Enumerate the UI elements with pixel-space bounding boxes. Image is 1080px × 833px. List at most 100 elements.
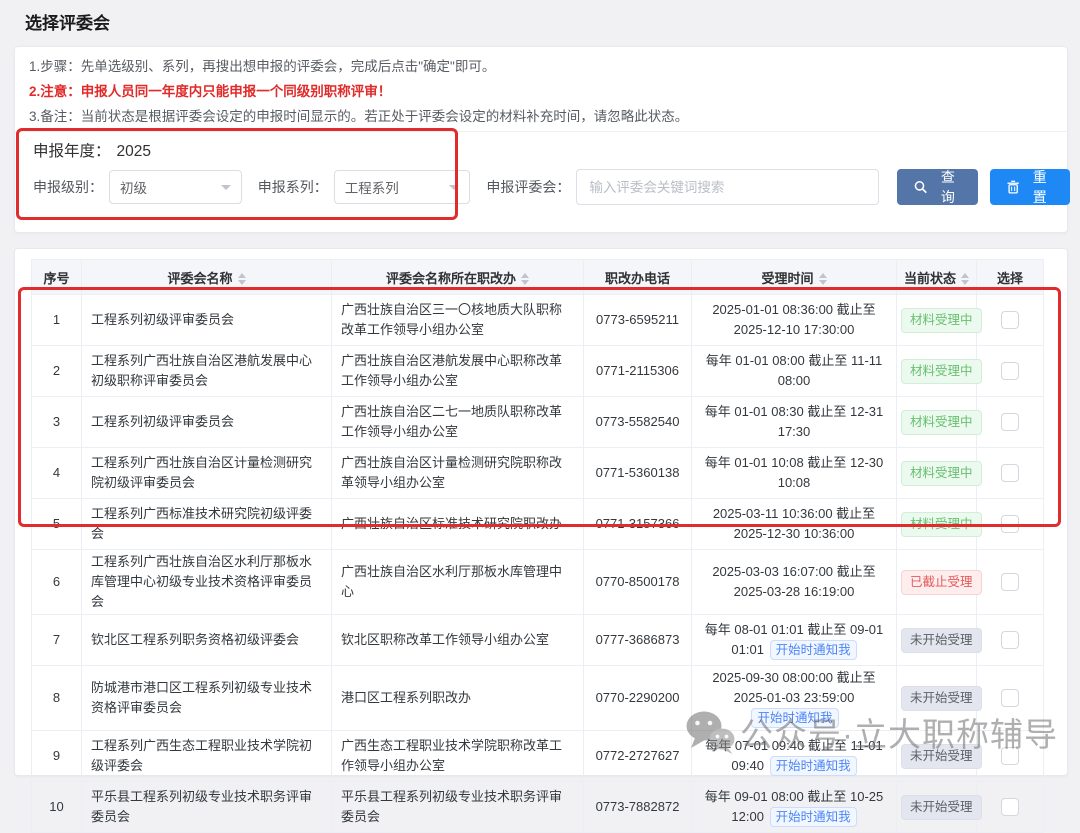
table-card: 序号评委会名称评委会名称所在职改办职改办电话受理时间当前状态选择 1工程系列初级… [14, 248, 1068, 776]
series-select-value: 工程系列 [345, 177, 399, 197]
cell-index: 4 [32, 448, 82, 499]
cell-committee-name: 工程系列广西壮族自治区港航发展中心初级职称评审委员会 [82, 346, 332, 397]
series-select[interactable]: 工程系列 [334, 170, 471, 204]
cell-select [977, 346, 1044, 397]
cell-status: 材料受理中 [897, 499, 977, 550]
series-label: 申报系列： [258, 177, 328, 197]
status-badge: 材料受理中 [901, 512, 982, 537]
cell-select [977, 397, 1044, 448]
cell-status: 材料受理中 [897, 295, 977, 346]
cell-status: 材料受理中 [897, 346, 977, 397]
cell-index: 1 [32, 295, 82, 346]
table-row: 1工程系列初级评审委员会广西壮族自治区三一〇核地质大队职称改革工作领导小组办公室… [32, 295, 1044, 346]
cell-accept-time: 每年 09-01 08:00 截止至 10-25 12:00 开始时通知我 [692, 782, 897, 833]
cell-status: 材料受理中 [897, 397, 977, 448]
cell-committee-name: 防城港市港口区工程系列初级专业技术资格评审委员会 [82, 666, 332, 731]
cell-committee-name: 钦北区工程系列职务资格初级评委会 [82, 615, 332, 666]
sort-icon[interactable] [961, 273, 969, 285]
row-checkbox[interactable] [1001, 464, 1019, 482]
status-badge: 材料受理中 [901, 410, 982, 435]
cell-committee-name: 工程系列广西壮族自治区计量检测研究院初级评审委员会 [82, 448, 332, 499]
note-line-3: 3.备注：当前状态是根据评委会设定的申报时间显示的。若正处于评委会设定的材料补充… [29, 104, 688, 129]
table-body: 1工程系列初级评审委员会广西壮族自治区三一〇核地质大队职称改革工作领导小组办公室… [32, 295, 1044, 833]
apply-year-label: 申报年度： [33, 143, 111, 160]
cell-committee-name: 工程系列广西壮族自治区水利厅那板水库管理中心初级专业技术资格评审委员会 [82, 550, 332, 615]
query-button[interactable]: 查询 [897, 169, 978, 205]
committee-search-input[interactable] [576, 169, 879, 205]
card-divider [15, 131, 1067, 132]
note-line-2: 2.注意：申报人员同一年度内只能申报一个同级别职称评审！ [29, 79, 688, 104]
cell-status: 材料受理中 [897, 448, 977, 499]
column-header-label: 当前状态 [904, 271, 956, 286]
sort-icon[interactable] [521, 273, 529, 285]
cell-phone: 0770-2290200 [584, 666, 692, 731]
level-select[interactable]: 初级 [109, 170, 242, 204]
column-header-label: 选择 [997, 271, 1023, 286]
cell-select [977, 448, 1044, 499]
search-icon [914, 180, 927, 194]
note-line-1: 1.步骤：先单选级别、系列，再搜出想申报的评委会，完成后点击"确定"即可。 [29, 54, 688, 79]
cell-phone: 0771-2115306 [584, 346, 692, 397]
column-header-label: 评委会名称所在职改办 [386, 271, 516, 286]
cell-phone: 0771-3157366 [584, 499, 692, 550]
cell-accept-time: 2025-01-01 08:36:00 截止至 2025-12-10 17:30… [692, 295, 897, 346]
cell-select [977, 615, 1044, 666]
table-row: 5工程系列广西标准技术研究院初级评委会广西壮族自治区标准技术研究院职改办0771… [32, 499, 1044, 550]
column-header-label: 序号 [43, 271, 69, 286]
row-checkbox[interactable] [1001, 515, 1019, 533]
cell-select [977, 499, 1044, 550]
notify-when-start-link[interactable]: 开始时通知我 [770, 756, 857, 776]
status-badge: 材料受理中 [901, 308, 982, 333]
level-select-value: 初级 [120, 177, 147, 197]
table-row: 8防城港市港口区工程系列初级专业技术资格评审委员会港口区工程系列职改办0770-… [32, 666, 1044, 731]
cell-accept-time: 每年 08-01 01:01 截止至 09-01 01:01 开始时通知我 [692, 615, 897, 666]
row-checkbox[interactable] [1001, 311, 1019, 329]
cell-phone: 0773-6595211 [584, 295, 692, 346]
sort-icon[interactable] [238, 273, 246, 285]
column-header-label: 评委会名称 [167, 271, 232, 286]
row-checkbox[interactable] [1001, 413, 1019, 431]
cell-select [977, 666, 1044, 731]
row-checkbox[interactable] [1001, 631, 1019, 649]
column-header: 选择 [977, 260, 1044, 295]
column-header[interactable]: 当前状态 [897, 260, 977, 295]
table-row: 7钦北区工程系列职务资格初级评委会钦北区职称改革工作领导小组办公室0777-36… [32, 615, 1044, 666]
cell-office: 广西壮族自治区二七一地质队职称改革工作领导小组办公室 [332, 397, 584, 448]
cell-accept-time: 每年 01-01 08:30 截止至 12-31 17:30 [692, 397, 897, 448]
table-row: 3工程系列初级评审委员会广西壮族自治区二七一地质队职称改革工作领导小组办公室07… [32, 397, 1044, 448]
chevron-down-icon [449, 185, 459, 195]
table-row: 4工程系列广西壮族自治区计量检测研究院初级评审委员会广西壮族自治区计量检测研究院… [32, 448, 1044, 499]
cell-accept-time: 2025-03-03 16:07:00 截止至 2025-03-28 16:19… [692, 550, 897, 615]
notify-when-start-link[interactable]: 开始时通知我 [751, 708, 838, 728]
row-checkbox[interactable] [1001, 747, 1019, 765]
cell-index: 8 [32, 666, 82, 731]
column-header[interactable]: 评委会名称 [82, 260, 332, 295]
cell-phone: 0773-5582540 [584, 397, 692, 448]
committee-label: 申报评委会： [486, 177, 570, 197]
cell-committee-name: 平乐县工程系列初级专业技术职务评审委员会 [82, 782, 332, 833]
column-header[interactable]: 受理时间 [692, 260, 897, 295]
cell-phone: 0773-7882872 [584, 782, 692, 833]
notify-when-start-link[interactable]: 开始时通知我 [770, 807, 857, 827]
cell-office: 广西壮族自治区计量检测研究院职称改革领导小组办公室 [332, 448, 584, 499]
committee-table: 序号评委会名称评委会名称所在职改办职改办电话受理时间当前状态选择 1工程系列初级… [31, 259, 1044, 833]
cell-index: 3 [32, 397, 82, 448]
notify-when-start-link[interactable]: 开始时通知我 [770, 640, 857, 660]
cell-status: 未开始受理 [897, 666, 977, 731]
status-badge: 未开始受理 [901, 686, 982, 711]
apply-year-row: 申报年度：2025 [33, 139, 151, 161]
row-checkbox[interactable] [1001, 689, 1019, 707]
reset-button[interactable]: 重置 [990, 169, 1070, 205]
cell-office: 广西壮族自治区标准技术研究院职改办 [332, 499, 584, 550]
cell-index: 6 [32, 550, 82, 615]
row-checkbox[interactable] [1001, 362, 1019, 380]
table-row: 10平乐县工程系列初级专业技术职务评审委员会平乐县工程系列初级专业技术职务评审委… [32, 782, 1044, 833]
status-badge: 未开始受理 [901, 744, 982, 769]
row-checkbox[interactable] [1001, 798, 1019, 816]
column-header[interactable]: 评委会名称所在职改办 [332, 260, 584, 295]
row-checkbox[interactable] [1001, 573, 1019, 591]
cell-phone: 0777-3686873 [584, 615, 692, 666]
status-badge: 材料受理中 [901, 461, 982, 486]
cell-index: 5 [32, 499, 82, 550]
sort-icon[interactable] [819, 273, 827, 285]
